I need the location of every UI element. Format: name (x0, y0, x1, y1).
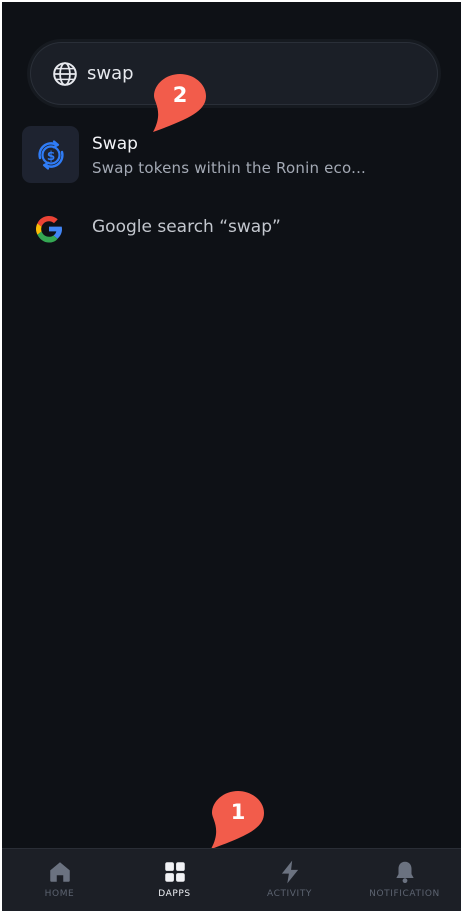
annotation-number: 1 (230, 800, 246, 824)
svg-text:$: $ (46, 149, 54, 163)
annotation-number: 2 (172, 83, 188, 107)
tab-dapps[interactable]: DAPPS (117, 849, 232, 911)
tab-home[interactable]: HOME (2, 849, 117, 911)
tab-label: ACTIVITY (266, 889, 313, 899)
annotation-pin-1: 1 (208, 789, 268, 853)
dapp-result-swap[interactable]: $ Swap Swap tokens within the Ronin eco.… (2, 122, 461, 186)
home-icon (50, 862, 70, 882)
dapp-description: Swap tokens within the Ronin eco... (92, 159, 367, 177)
tab-label: HOME (44, 889, 75, 899)
google-search-result[interactable]: Google search “swap” (2, 202, 461, 256)
lightning-icon (281, 860, 299, 884)
search-bar[interactable]: swap (30, 42, 438, 105)
bottom-tab-bar: HOME DAPPS ACTIVITY NOTIFICATION (2, 848, 461, 911)
annotation-pin-2: 2 (150, 72, 210, 136)
globe-icon (53, 62, 77, 86)
grid-icon (165, 862, 185, 882)
tab-label: NOTIFICATION (369, 889, 440, 899)
tab-activity[interactable]: ACTIVITY (232, 849, 347, 911)
tab-notification[interactable]: NOTIFICATION (347, 849, 461, 911)
app-screen: swap $ Swap Swap tokens within the Ronin… (2, 2, 461, 911)
bell-icon (396, 861, 414, 884)
google-icon (36, 216, 62, 243)
tab-label: DAPPS (158, 889, 191, 899)
google-search-label: Google search “swap” (92, 217, 281, 237)
dapp-title: Swap (92, 134, 138, 154)
search-input[interactable]: swap (87, 60, 134, 88)
swap-dollar-icon: $ (22, 126, 79, 183)
